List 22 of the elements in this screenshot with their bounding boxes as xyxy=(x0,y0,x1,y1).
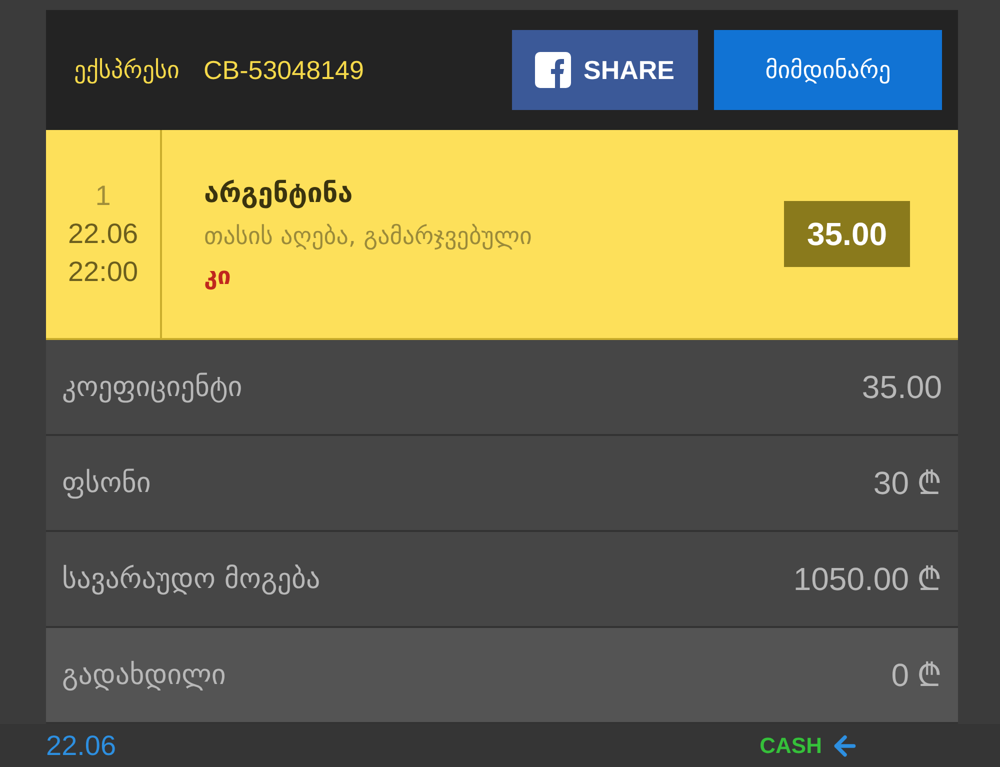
status-button[interactable]: მიმდინარე xyxy=(714,30,942,110)
row-label: გადახდილი xyxy=(62,657,226,693)
row-value: 0 ₾ xyxy=(891,655,942,696)
facebook-icon xyxy=(535,52,572,88)
event-date: 22.06 xyxy=(68,217,138,251)
row-value: 1050.00 ₾ xyxy=(793,559,942,600)
team-name: არგენტინა xyxy=(204,176,354,211)
bet-type: ექსპრესი xyxy=(74,55,180,86)
event-time: 22:00 xyxy=(68,255,138,289)
row-label: ფსონი xyxy=(62,465,151,501)
event-number: 1 xyxy=(95,179,111,213)
row-value: 30 ₾ xyxy=(873,463,942,504)
share-button[interactable]: SHARE xyxy=(512,30,698,110)
row-label: კოეფიციენტი xyxy=(62,369,242,405)
row-value: 35.00 xyxy=(862,368,942,407)
odds-badge: 35.00 xyxy=(784,201,910,267)
pick: კი xyxy=(204,261,232,292)
footer-date: 22.06 xyxy=(46,728,116,762)
row-label: სავარაუდო მოგება xyxy=(62,561,320,597)
cash-label: CASH xyxy=(760,732,822,760)
market-name: თასის აღება, გამარჯვებული xyxy=(204,221,533,252)
bet-code: CB-53048149 xyxy=(203,54,364,86)
